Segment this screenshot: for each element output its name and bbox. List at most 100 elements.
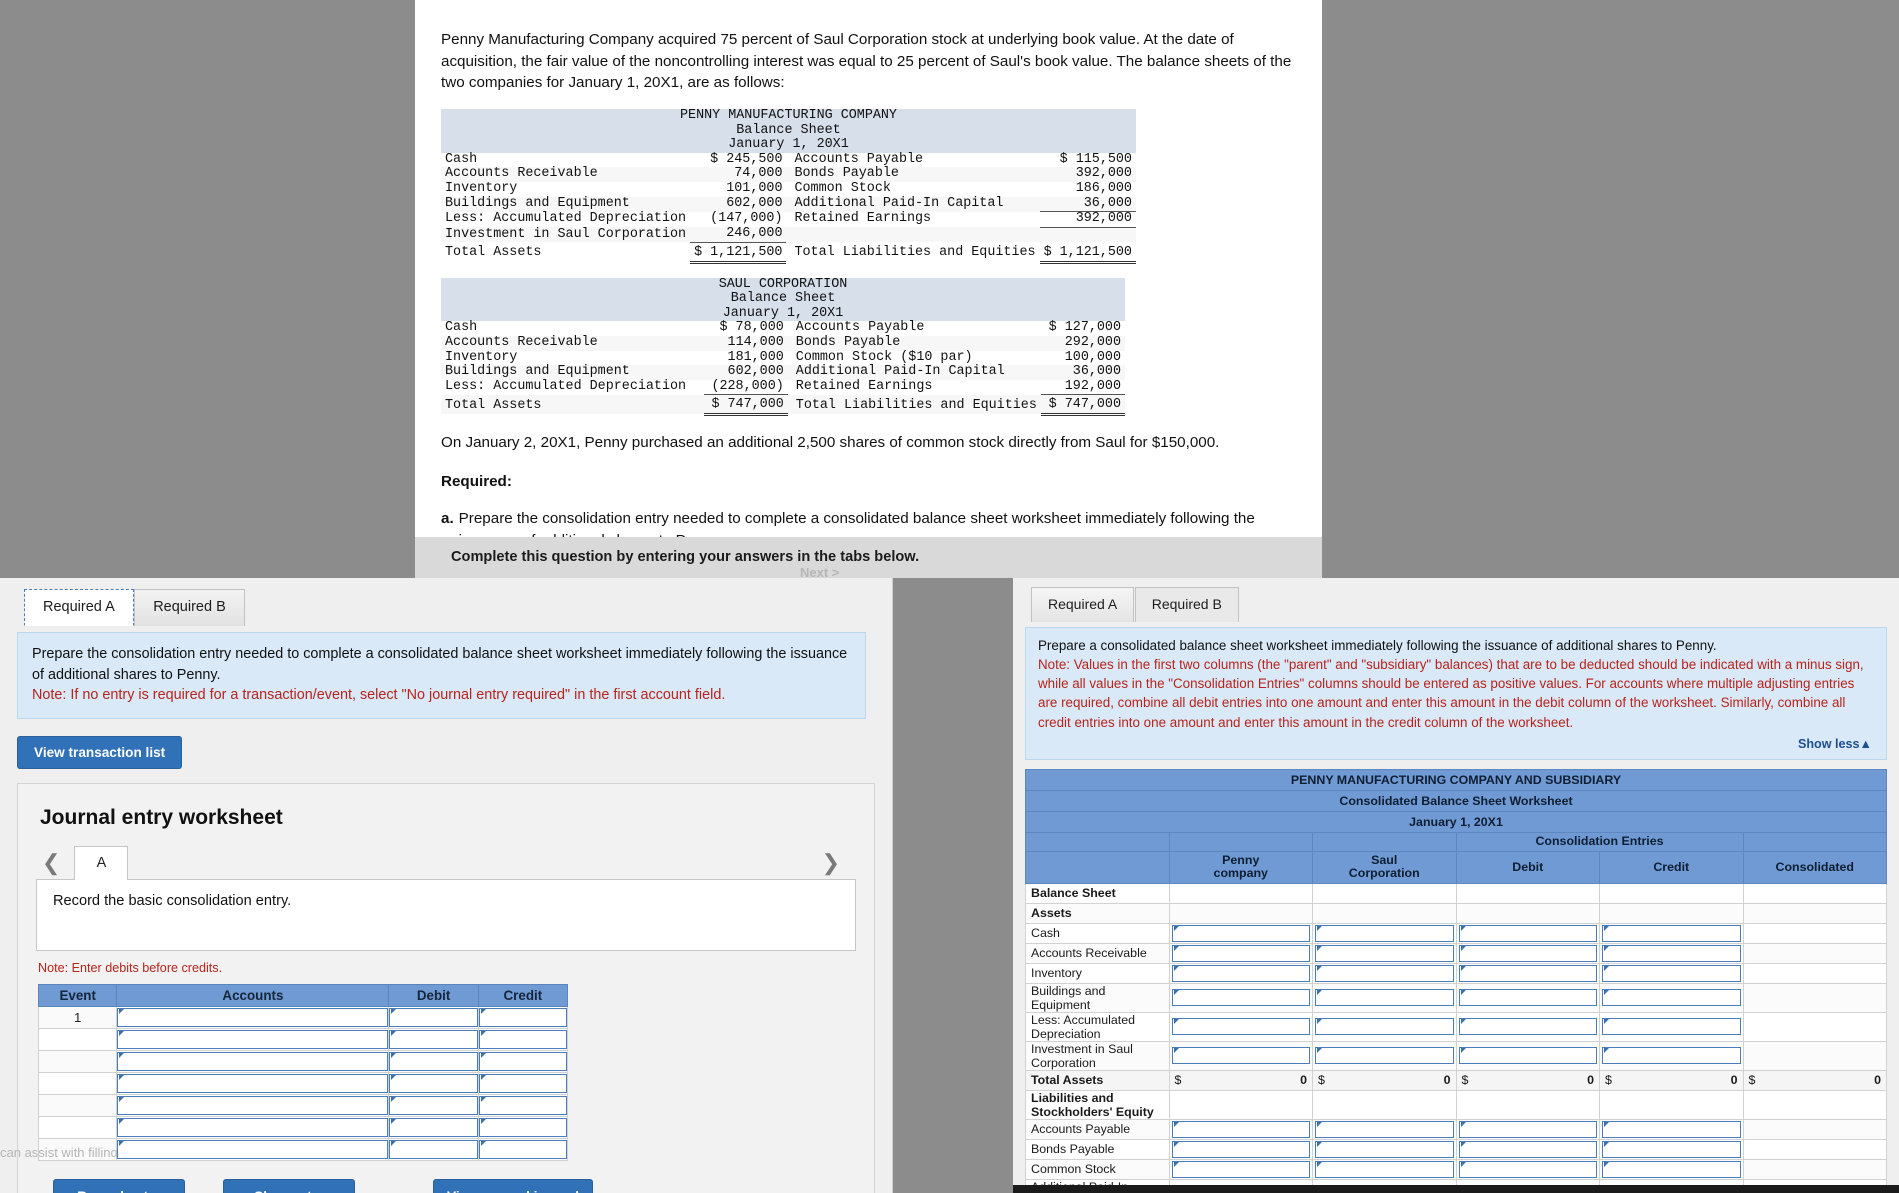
penny-cell[interactable] bbox=[1168, 942, 1313, 964]
saul-cell[interactable] bbox=[1312, 942, 1457, 964]
saul-cell[interactable] bbox=[1312, 922, 1457, 944]
debit-cell[interactable] bbox=[1455, 1040, 1600, 1071]
credit-input[interactable] bbox=[478, 1096, 567, 1116]
debit-cell[interactable] bbox=[1455, 942, 1600, 964]
view-general-journal-button[interactable]: View general journal bbox=[433, 1179, 593, 1193]
accounts-cell[interactable] bbox=[116, 1028, 390, 1052]
accounts-select[interactable] bbox=[117, 1008, 389, 1028]
debit-cell[interactable] bbox=[1455, 1138, 1600, 1160]
penny-cell[interactable] bbox=[1168, 982, 1313, 1013]
credit-cell[interactable] bbox=[477, 1072, 569, 1096]
tab-required-b[interactable]: Required B bbox=[1134, 587, 1239, 622]
accounts-cell[interactable] bbox=[116, 1072, 390, 1096]
penny-input[interactable] bbox=[1171, 1047, 1310, 1065]
credit-input[interactable] bbox=[1602, 1120, 1741, 1138]
credit-input[interactable] bbox=[1602, 1160, 1741, 1178]
debit-input[interactable] bbox=[389, 1074, 478, 1094]
clear-entry-button[interactable]: Clear entry bbox=[223, 1179, 355, 1193]
debit-input[interactable] bbox=[1458, 989, 1597, 1007]
saul-input[interactable] bbox=[1315, 1140, 1454, 1158]
saul-input[interactable] bbox=[1315, 989, 1454, 1007]
debit-cell[interactable] bbox=[388, 1094, 479, 1118]
saul-input[interactable] bbox=[1315, 964, 1454, 982]
credit-input[interactable] bbox=[478, 1030, 567, 1050]
credit-cell[interactable] bbox=[1599, 982, 1744, 1013]
journal-page-tab-a[interactable]: A bbox=[74, 846, 129, 881]
credit-input[interactable] bbox=[1602, 989, 1741, 1007]
accounts-cell[interactable] bbox=[116, 1094, 390, 1118]
debit-cell[interactable] bbox=[1455, 962, 1600, 984]
saul-cell[interactable] bbox=[1312, 1011, 1457, 1042]
saul-input[interactable] bbox=[1315, 1047, 1454, 1065]
debit-cell[interactable] bbox=[1455, 1011, 1600, 1042]
debit-input[interactable] bbox=[1458, 1047, 1597, 1065]
credit-input[interactable] bbox=[1602, 1018, 1741, 1036]
credit-cell[interactable] bbox=[477, 1006, 569, 1030]
credit-input[interactable] bbox=[478, 1052, 567, 1072]
credit-input[interactable] bbox=[1602, 1140, 1741, 1158]
penny-cell[interactable] bbox=[1168, 1118, 1313, 1140]
view-transaction-list-button[interactable]: View transaction list bbox=[17, 736, 183, 770]
penny-cell[interactable] bbox=[1168, 922, 1313, 944]
credit-cell[interactable] bbox=[1599, 1138, 1744, 1160]
penny-input[interactable] bbox=[1171, 944, 1310, 962]
saul-input[interactable] bbox=[1315, 924, 1454, 942]
debit-input[interactable] bbox=[1458, 924, 1597, 942]
penny-cell[interactable] bbox=[1168, 1011, 1313, 1042]
credit-input[interactable] bbox=[1602, 1047, 1741, 1065]
saul-cell[interactable] bbox=[1312, 1118, 1457, 1140]
debit-input[interactable] bbox=[1458, 964, 1597, 982]
credit-input[interactable] bbox=[1602, 924, 1741, 942]
saul-cell[interactable] bbox=[1312, 962, 1457, 984]
accounts-select[interactable] bbox=[117, 1030, 389, 1050]
debit-cell[interactable] bbox=[388, 1006, 479, 1030]
saul-input[interactable] bbox=[1315, 1160, 1454, 1178]
debit-cell[interactable] bbox=[388, 1116, 479, 1140]
credit-cell[interactable] bbox=[1599, 962, 1744, 984]
accounts-select[interactable] bbox=[117, 1096, 389, 1116]
tab-required-a[interactable]: Required A bbox=[1031, 587, 1135, 622]
credit-input[interactable] bbox=[1602, 944, 1741, 962]
penny-cell[interactable] bbox=[1168, 1138, 1313, 1160]
credit-cell[interactable] bbox=[477, 1138, 569, 1162]
credit-input[interactable] bbox=[1602, 964, 1741, 982]
debit-cell[interactable] bbox=[388, 1050, 479, 1074]
credit-input[interactable] bbox=[478, 1140, 567, 1160]
credit-cell[interactable] bbox=[477, 1050, 569, 1074]
saul-input[interactable] bbox=[1315, 1120, 1454, 1138]
debit-input[interactable] bbox=[1458, 1140, 1597, 1158]
penny-input[interactable] bbox=[1171, 1140, 1310, 1158]
debit-cell[interactable] bbox=[388, 1028, 479, 1052]
credit-cell[interactable] bbox=[477, 1094, 569, 1118]
accounts-select[interactable] bbox=[117, 1052, 389, 1072]
debit-cell[interactable] bbox=[388, 1138, 479, 1162]
credit-cell[interactable] bbox=[1599, 1040, 1744, 1071]
accounts-cell[interactable] bbox=[116, 1050, 390, 1074]
penny-input[interactable] bbox=[1171, 1018, 1310, 1036]
tab-required-a[interactable]: Required A bbox=[24, 589, 134, 626]
credit-input[interactable] bbox=[478, 1074, 567, 1094]
debit-input[interactable] bbox=[1458, 1160, 1597, 1178]
debit-cell[interactable] bbox=[1455, 982, 1600, 1013]
debit-input[interactable] bbox=[389, 1052, 478, 1072]
credit-cell[interactable] bbox=[1599, 1118, 1744, 1140]
debit-cell[interactable] bbox=[1455, 922, 1600, 944]
saul-cell[interactable] bbox=[1312, 1158, 1457, 1180]
credit-input[interactable] bbox=[478, 1008, 567, 1028]
chevron-right-icon[interactable]: ❯ bbox=[816, 850, 854, 880]
debit-cell[interactable] bbox=[1455, 1158, 1600, 1180]
credit-cell[interactable] bbox=[477, 1116, 569, 1140]
saul-cell[interactable] bbox=[1312, 1040, 1457, 1071]
debit-input[interactable] bbox=[389, 1096, 478, 1116]
saul-cell[interactable] bbox=[1312, 982, 1457, 1013]
credit-input[interactable] bbox=[478, 1118, 567, 1138]
credit-cell[interactable] bbox=[1599, 922, 1744, 944]
debit-input[interactable] bbox=[389, 1008, 478, 1028]
credit-cell[interactable] bbox=[1599, 1011, 1744, 1042]
debit-input[interactable] bbox=[1458, 944, 1597, 962]
penny-input[interactable] bbox=[1171, 1120, 1310, 1138]
debit-input[interactable] bbox=[1458, 1018, 1597, 1036]
penny-cell[interactable] bbox=[1168, 1158, 1313, 1180]
penny-input[interactable] bbox=[1171, 964, 1310, 982]
debit-input[interactable] bbox=[389, 1140, 478, 1160]
